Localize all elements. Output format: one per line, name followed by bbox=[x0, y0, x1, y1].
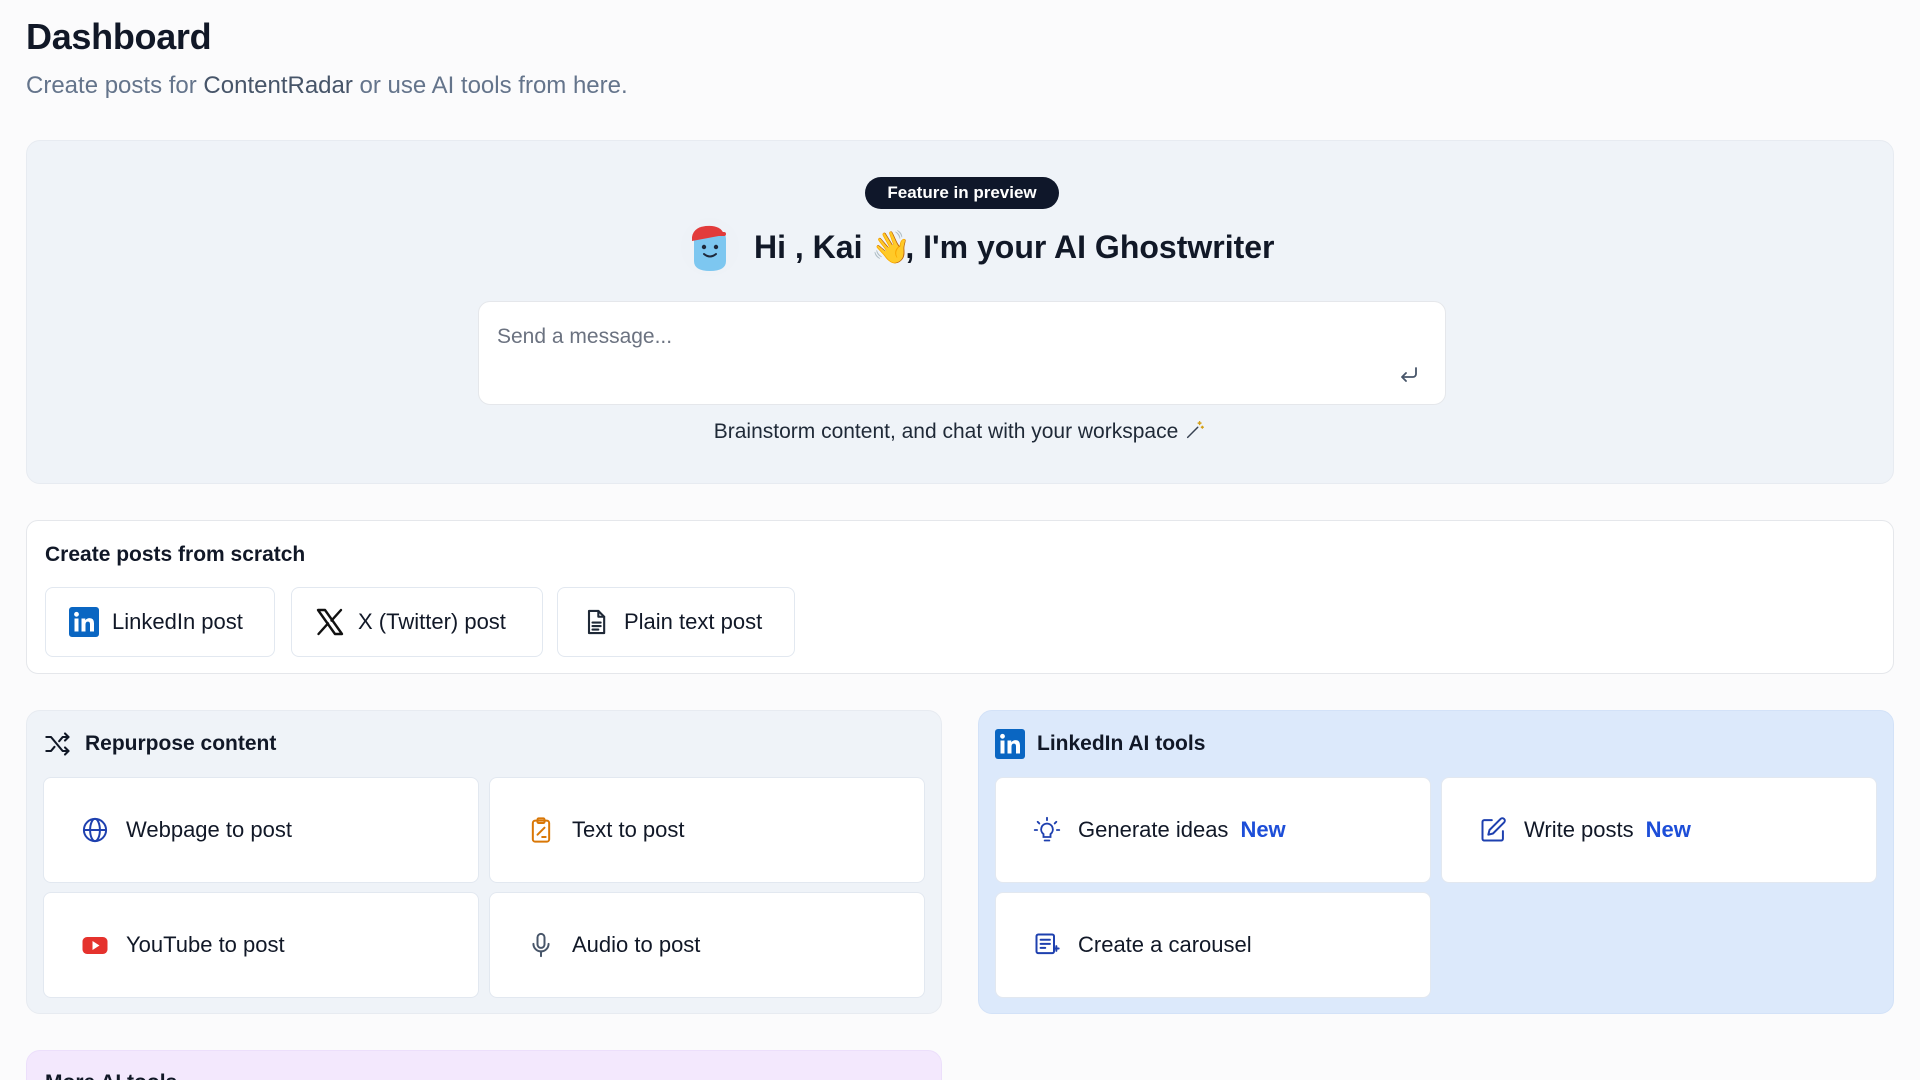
linkedin-tools-header: LinkedIn AI tools bbox=[995, 729, 1205, 759]
generate-ideas-button[interactable]: Generate ideas New bbox=[995, 777, 1431, 883]
chat-hint-text: Brainstorm content, and chat with your w… bbox=[713, 420, 1179, 443]
create-from-scratch-panel: Create posts from scratch LinkedIn post … bbox=[26, 520, 1894, 674]
feature-preview-badge: Feature in preview bbox=[865, 177, 1059, 209]
ai-ghostwriter-panel: Feature in preview Hi , Kai 👋, I'm your … bbox=[26, 140, 1894, 484]
x-twitter-post-label: X (Twitter) post bbox=[358, 609, 506, 634]
chat-hint: Brainstorm content, and chat with your w… bbox=[27, 419, 1893, 444]
more-ai-tools-title: More AI tools bbox=[45, 1071, 177, 1080]
plain-text-post-label: Plain text post bbox=[624, 609, 763, 634]
audio-to-post-button[interactable]: Audio to post bbox=[489, 892, 925, 998]
workspace-name: ContentRadar bbox=[203, 72, 353, 99]
subtitle-suffix: or use AI tools from here. bbox=[352, 72, 628, 99]
youtube-icon bbox=[80, 930, 110, 960]
lightbulb-icon bbox=[1032, 815, 1062, 845]
edit-icon bbox=[1478, 815, 1508, 845]
scratch-section-title: Create posts from scratch bbox=[45, 543, 306, 566]
enter-icon[interactable] bbox=[1397, 362, 1421, 386]
repurpose-header: Repurpose content bbox=[43, 729, 276, 759]
ghostwriter-avatar-icon bbox=[681, 218, 739, 276]
page-title: Dashboard bbox=[26, 16, 212, 57]
magic-wand-icon bbox=[1187, 421, 1205, 439]
microphone-icon bbox=[526, 930, 556, 960]
generate-ideas-label: Generate ideas bbox=[1078, 817, 1229, 842]
youtube-to-post-label: YouTube to post bbox=[126, 932, 285, 957]
repurpose-title: Repurpose content bbox=[85, 732, 277, 755]
create-carousel-label: Create a carousel bbox=[1078, 932, 1252, 957]
webpage-to-post-label: Webpage to post bbox=[126, 817, 292, 842]
carousel-icon bbox=[1032, 930, 1062, 960]
x-twitter-post-button[interactable]: X (Twitter) post bbox=[291, 587, 543, 657]
text-to-post-label: Text to post bbox=[572, 817, 685, 842]
linkedin-tools-title: LinkedIn AI tools bbox=[1037, 732, 1206, 755]
write-posts-button[interactable]: Write posts New bbox=[1441, 777, 1877, 883]
linkedin-icon bbox=[995, 729, 1025, 759]
linkedin-post-label: LinkedIn post bbox=[112, 609, 243, 634]
youtube-to-post-button[interactable]: YouTube to post bbox=[43, 892, 479, 998]
linkedin-post-button[interactable]: LinkedIn post bbox=[45, 587, 275, 657]
subtitle-prefix: Create posts for bbox=[26, 72, 204, 99]
more-ai-tools-panel: More AI tools bbox=[26, 1050, 942, 1080]
x-icon bbox=[314, 606, 346, 638]
globe-icon bbox=[80, 815, 110, 845]
greeting-row: Hi , Kai 👋, I'm your AI Ghostwriter bbox=[680, 217, 1275, 277]
text-to-post-button[interactable]: Text to post bbox=[489, 777, 925, 883]
create-carousel-button[interactable]: Create a carousel bbox=[995, 892, 1431, 998]
document-icon bbox=[580, 606, 612, 638]
linkedin-ai-tools-panel: LinkedIn AI tools Generate ideas New Wri… bbox=[978, 710, 1894, 1014]
repurpose-content-panel: Repurpose content Webpage to post Text t… bbox=[26, 710, 942, 1014]
wave-emoji: 👋 bbox=[871, 229, 912, 265]
write-posts-label: Write posts bbox=[1524, 817, 1634, 842]
shuffle-icon bbox=[43, 729, 73, 759]
greeting-prefix: Hi , Kai bbox=[754, 229, 872, 265]
message-input[interactable] bbox=[497, 320, 1377, 354]
new-badge: New bbox=[1645, 817, 1691, 842]
webpage-to-post-button[interactable]: Webpage to post bbox=[43, 777, 479, 883]
plain-text-post-button[interactable]: Plain text post bbox=[557, 587, 795, 657]
linkedin-icon bbox=[68, 606, 100, 638]
message-box[interactable] bbox=[478, 301, 1446, 405]
clipboard-icon bbox=[526, 815, 556, 845]
page-subtitle: Create posts for ContentRadar or use AI … bbox=[26, 72, 628, 100]
audio-to-post-label: Audio to post bbox=[572, 932, 701, 957]
greeting-text: Hi , Kai 👋, I'm your AI Ghostwriter bbox=[754, 228, 1275, 266]
new-badge: New bbox=[1240, 817, 1286, 842]
greeting-suffix: , I'm your AI Ghostwriter bbox=[905, 229, 1275, 265]
